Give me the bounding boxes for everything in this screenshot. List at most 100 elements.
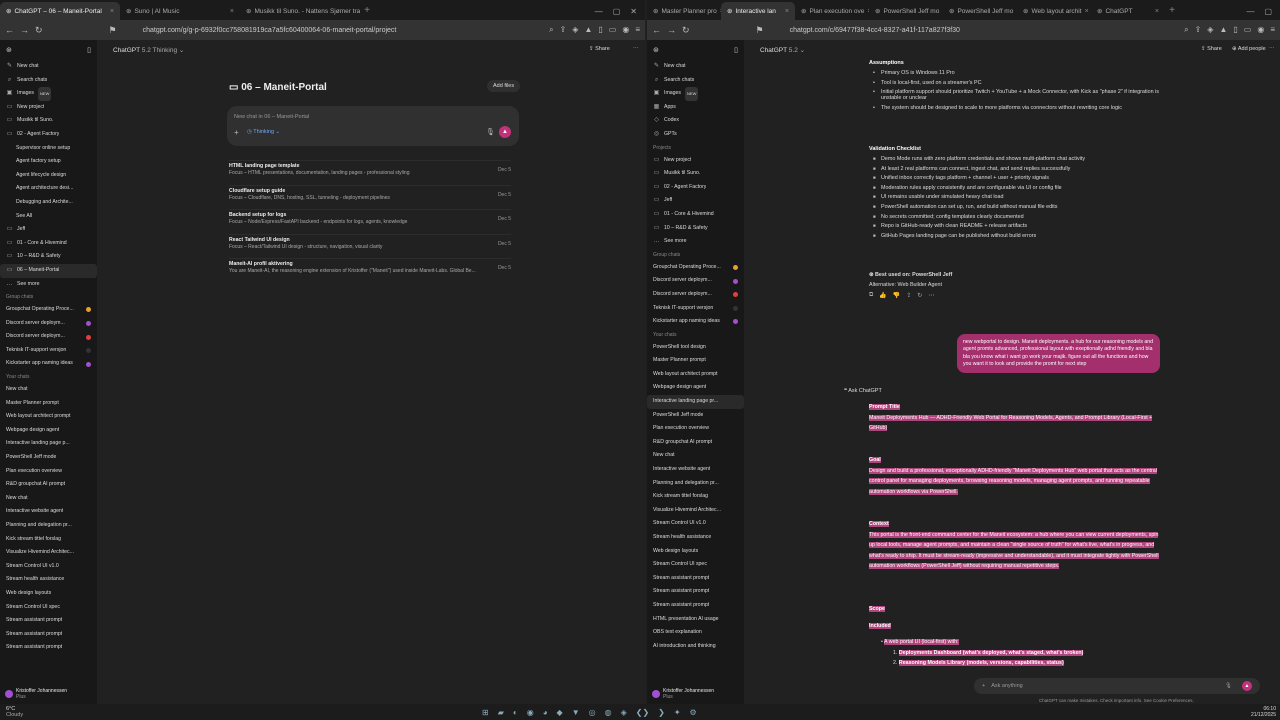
voice-button[interactable]: ▲ (499, 126, 511, 138)
maximize-icon[interactable]: ▢ (1264, 7, 1272, 16)
sidebar-item[interactable]: ▭ 02 - Agent Factory (647, 181, 744, 195)
sidebar-item[interactable]: Groupchat Operating Proce... (0, 303, 97, 317)
browser-tab[interactable]: ⊛ ChatGPT × (1091, 2, 1165, 20)
profile-icon[interactable]: ◉ (1257, 25, 1264, 35)
sidebar-item[interactable]: Planning and delegation pr... (0, 519, 97, 533)
sidebar-item[interactable]: ▭ 01 - Core & Hivemind (647, 208, 744, 222)
user-profile[interactable]: Kristoffer Johannessen Plus (647, 684, 744, 704)
sidebar-item[interactable]: Debugging and Archite... (0, 196, 97, 210)
sidebar-item[interactable]: OBS text explanation (647, 626, 744, 640)
back-icon[interactable]: ← (5, 25, 14, 35)
project-chat-item[interactable]: Backend setup for logs Focus – Node/Expre… (229, 209, 511, 234)
zoom-icon[interactable]: ⌕ (1184, 25, 1188, 35)
sidebar-item[interactable]: Stream assistant prompt (647, 585, 744, 599)
bookmark-icon[interactable]: ⚑ (109, 25, 117, 36)
maximize-icon[interactable]: ▢ (613, 7, 621, 16)
sidebar-item[interactable]: Agent architecture desi... (0, 182, 97, 196)
sidebar-item[interactable]: HTML presentation AI usage (647, 613, 744, 627)
sidebar-item[interactable]: Teknisk IT-support versjon (647, 302, 744, 316)
close-icon[interactable]: ✕ (630, 7, 637, 16)
sidebar-item[interactable]: Stream Control UI v1.0 (0, 560, 97, 574)
sidebar-item[interactable]: Web layout architect prompt (647, 368, 744, 382)
more-icon[interactable]: ⋯ (928, 292, 934, 299)
project-chat-item[interactable]: Cloudflare setup guide Focus – Cloudflare… (229, 184, 511, 210)
browser-tab[interactable]: ⊛Plan execution ove× (795, 2, 869, 20)
sidebar-item[interactable]: ▭ 10 – R&D & Safety (0, 250, 97, 264)
browser-tab[interactable]: ⊛Master Planner pro× (647, 2, 721, 20)
project-chat-item[interactable]: React Tailwind UI design Focus – React/Ta… (229, 233, 511, 259)
sidebar-item[interactable]: Stream assistant prompt (647, 599, 744, 613)
new-tab-button[interactable]: + (360, 2, 374, 20)
sidebar-item[interactable]: ▭ New project (0, 101, 97, 115)
profile-icon[interactable]: ◉ (622, 25, 629, 35)
app-icon[interactable]: ◆ (557, 708, 563, 717)
sidebar-item[interactable]: Web layout architect prompt (0, 410, 97, 424)
chat-composer[interactable]: + Ask anything 🎙 ▲ (974, 678, 1260, 694)
sidebar-item[interactable]: Master Planner prompt (0, 397, 97, 411)
sidebar-item[interactable]: … See more (0, 278, 97, 292)
sidebar-item[interactable]: ⌕ Search chats (0, 74, 97, 88)
sidebar-item[interactable]: Kickstarter app naming ideas (647, 315, 744, 329)
project-chat-item[interactable]: HTML landing page template Focus – HTML p… (229, 160, 511, 185)
sidebar-item[interactable]: Stream health assistance (0, 573, 97, 587)
user-profile[interactable]: Kristoffer Johannessen Plus (0, 684, 97, 704)
share-button[interactable]: ⇪ Share (1201, 46, 1222, 52)
whatsapp-icon[interactable]: ◍ (605, 708, 612, 717)
share-icon[interactable]: ⇪ (560, 25, 567, 35)
tab-close-icon[interactable]: × (110, 8, 114, 15)
close-sidebar-icon[interactable]: ▯ (87, 46, 91, 54)
sidebar-item[interactable]: Supervisor online setup (0, 142, 97, 156)
tab-close-icon[interactable]: × (1155, 8, 1159, 15)
new-chat-composer[interactable]: New chat in 06 – Maneit-Portal + ◷ Think… (227, 106, 519, 146)
sidebar-item[interactable]: ▣ Images NEW (0, 87, 97, 101)
weather-widget[interactable]: 6°C Cloudy (6, 706, 23, 718)
model-selector[interactable]: ChatGPT 5.2 Thinking ⌄ (113, 46, 184, 54)
browser-tab[interactable]: ⊛ Web layout archit × (1017, 2, 1091, 20)
close-sidebar-icon[interactable]: ▯ (734, 46, 738, 54)
menu-icon[interactable]: ≡ (1270, 25, 1275, 35)
sidebar-item[interactable]: Stream assistant prompt (0, 614, 97, 628)
sidebar-item[interactable]: Discord server deploym... (0, 317, 97, 331)
sidebar-item[interactable]: ◎ GPTs (647, 128, 744, 142)
openai-logo-icon[interactable]: ⊛ (6, 46, 12, 54)
forward-icon[interactable]: → (667, 25, 676, 35)
sidebar-toggle-icon[interactable]: ▯ (1233, 25, 1237, 35)
sidebar-item[interactable]: Agent lifecycle design (0, 169, 97, 183)
browser-tab[interactable]: ⊛ Interactive lan × (721, 2, 795, 20)
sidebar-item[interactable]: Discord server deploym... (647, 274, 744, 288)
sidebar-item[interactable]: Planning and delegation pr... (647, 477, 744, 491)
thinking-toggle[interactable]: ◷ Thinking ⌄ (247, 129, 280, 135)
file-explorer-icon[interactable]: ▰ (498, 708, 504, 717)
app-icon[interactable]: ◈ (621, 708, 627, 717)
url-field[interactable]: chatgpt.com/g/g-p-6932f0cc758081919ca7a5… (143, 27, 543, 34)
sidebar-item[interactable]: Web design layouts (0, 587, 97, 601)
more-options-icon[interactable]: ⋯ (633, 46, 639, 52)
sidebar-item[interactable]: ▭ 01 - Core & Hivemind (0, 237, 97, 251)
sidebar-item[interactable]: Visualize Hivemind Architec... (0, 546, 97, 560)
tab-close-icon[interactable]: × (1085, 8, 1089, 15)
extensions-icon[interactable]: ▲ (1219, 25, 1227, 35)
sidebar-item[interactable]: New chat (0, 492, 97, 506)
sidebar-item[interactable]: R&D groupchat AI prompt (0, 478, 97, 492)
sidebar-item[interactable]: New chat (0, 383, 97, 397)
sidebar-item[interactable]: Interactive landing page pr... (647, 395, 744, 409)
sidebar-item[interactable]: ▣ Images NEW (647, 87, 744, 101)
sidebar-item[interactable]: ▦ Apps (647, 101, 744, 115)
sidebar-item[interactable]: ▭ 02 - Agent Factory (0, 128, 97, 142)
sidebar-item[interactable]: Kickstarter app naming ideas (0, 357, 97, 371)
add-people-button[interactable]: ⊕ Add people (1232, 46, 1266, 52)
steam-icon[interactable]: ◎ (589, 708, 596, 717)
browser-tab[interactable]: ⊛ ChatGPT – 06 – Maneit-Portal × (0, 2, 120, 20)
browser-tab[interactable]: ⊛PowerShell Jeff mo× (943, 2, 1017, 20)
browser-tab[interactable]: ⊛PowerShell Jeff mo× (869, 2, 943, 20)
sidebar-item[interactable]: Webpage design agent (647, 381, 744, 395)
sidebar-item[interactable]: Stream assistant prompt (0, 641, 97, 655)
reload-icon[interactable]: ↻ (35, 25, 43, 36)
sidebar-item[interactable]: New chat (647, 449, 744, 463)
sidebar-item[interactable]: Interactive website agent (647, 463, 744, 477)
sidebar-item[interactable]: Interactive landing page p... (0, 437, 97, 451)
project-chat-item[interactable]: Maneit-AI profil aktivering You are Manei… (229, 258, 511, 283)
sidebar-item[interactable]: Webpage design agent (0, 424, 97, 438)
minimize-icon[interactable]: — (595, 7, 603, 16)
sidebar-item[interactable]: ▭ Jeff (647, 194, 744, 208)
